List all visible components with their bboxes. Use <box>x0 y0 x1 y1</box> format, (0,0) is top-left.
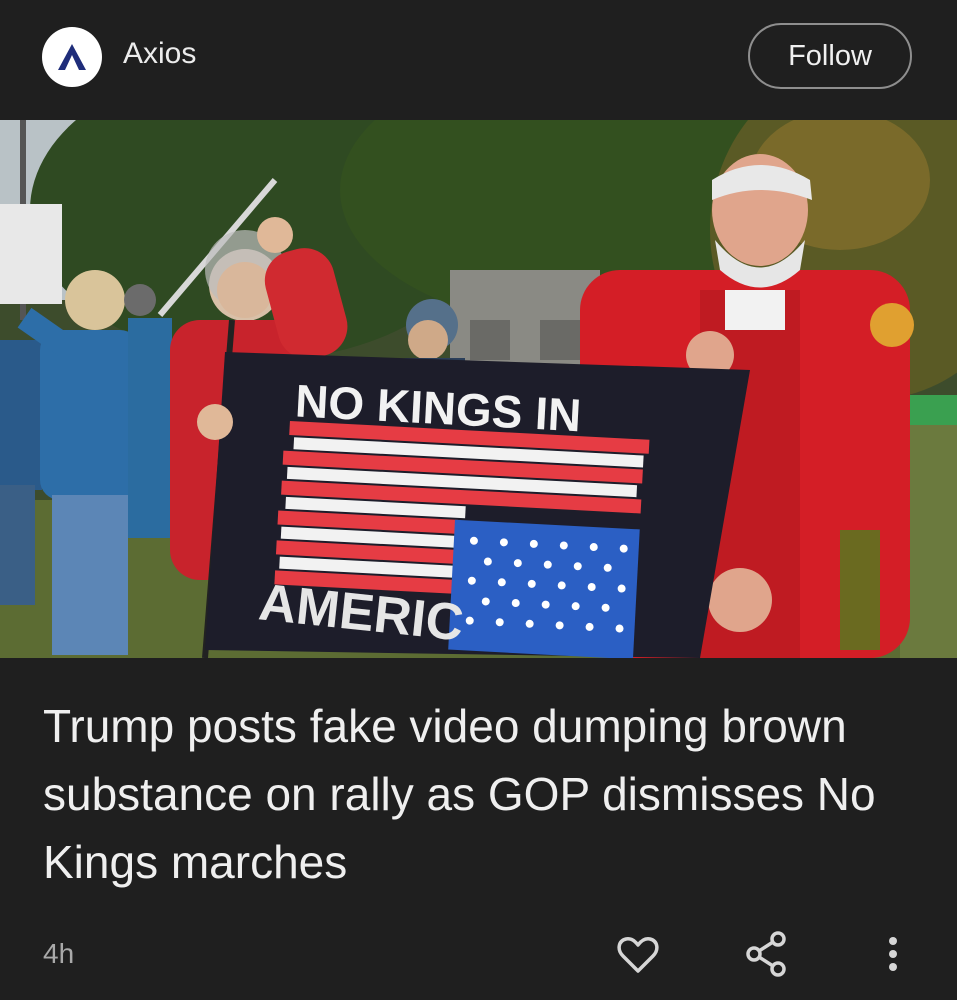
share-icon[interactable] <box>745 930 789 983</box>
follow-button[interactable]: Follow <box>748 23 912 89</box>
article-header: Axios Follow <box>0 0 957 120</box>
article-time: 4h <box>43 938 75 969</box>
more-vertical-icon[interactable] <box>878 930 908 983</box>
article-headline[interactable]: Trump posts fake video dumping brown sub… <box>43 692 923 896</box>
article-image[interactable]: NO KINGS IN AMERIC <box>0 120 957 658</box>
source-name[interactable]: Axios <box>123 37 196 71</box>
heart-icon[interactable] <box>614 930 662 983</box>
axios-logo-icon[interactable] <box>42 27 102 87</box>
